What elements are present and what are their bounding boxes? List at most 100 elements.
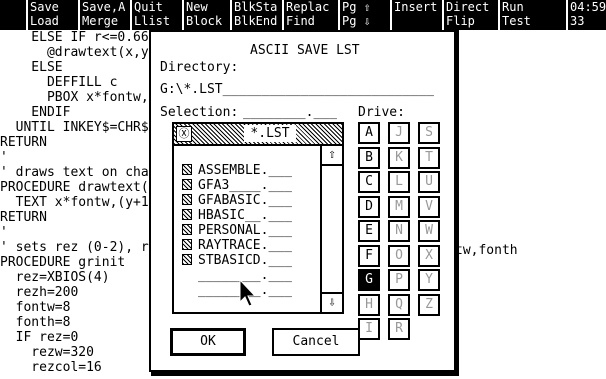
drive-button-a[interactable]: A	[358, 122, 380, 144]
drive-button-f[interactable]: F	[358, 244, 380, 267]
menu-separator	[130, 0, 132, 30]
file-list-item[interactable]: ________.___	[182, 268, 292, 283]
code-line-fragment: tw,fonth	[455, 243, 518, 258]
code-line: rezcol=16	[0, 360, 102, 375]
code-line: RETURN	[0, 135, 47, 150]
file-list-item[interactable]: GFA3____.___	[182, 178, 292, 193]
menu-item-5[interactable]: BlkSta BlkEnd	[232, 0, 282, 30]
code-line: '	[0, 225, 8, 240]
scroll-up-arrow-icon[interactable]: ⇧	[322, 146, 342, 166]
drive-button-e[interactable]: E	[358, 220, 380, 242]
dialog-shadow-bottom	[151, 372, 459, 376]
scroll-down-arrow-icon[interactable]: ⇩	[322, 292, 342, 312]
drive-button-l[interactable]: L	[388, 171, 410, 193]
code-line: rezw=320	[0, 345, 94, 360]
menu-item-10[interactable]: Run Test	[500, 0, 566, 30]
menu-separator	[338, 0, 340, 30]
drive-label: Drive:	[358, 105, 405, 120]
drive-button-b[interactable]: B	[358, 146, 380, 169]
file-name: RAYTRACE.___	[198, 238, 292, 253]
code-line: PROCEDURE drawtext(x	[0, 180, 157, 195]
file-icon	[182, 224, 192, 235]
menu-item-4[interactable]: New Block	[184, 0, 230, 30]
code-line: @drawtext(x,y,	[0, 45, 157, 60]
menu-item-9[interactable]: Direct Flip	[444, 0, 498, 30]
drive-button-g[interactable]: G	[358, 269, 380, 291]
drive-button-d[interactable]: D	[358, 195, 380, 218]
menu-item-label-bottom: Pg ⇩	[342, 14, 371, 28]
drive-button-x[interactable]: X	[418, 244, 440, 267]
drive-button-h[interactable]: H	[358, 293, 380, 316]
file-name: HBASIC__.___	[198, 208, 292, 223]
menu-item-3[interactable]: Quit Llist	[132, 0, 182, 30]
menu-separator	[26, 0, 28, 30]
cancel-button[interactable]: Cancel	[272, 328, 360, 356]
menu-item-6[interactable]: Replac Find	[284, 0, 338, 30]
file-list-item[interactable]: GFABASIC.___	[182, 193, 292, 208]
drive-button-i[interactable]: I	[358, 318, 380, 340]
file-icon	[182, 194, 192, 205]
code-line: fonth=8	[0, 315, 71, 330]
menu-item-0[interactable]	[0, 0, 26, 30]
drive-button-w[interactable]: W	[418, 220, 440, 242]
menu-item-label-bottom: BlkEnd	[234, 14, 278, 28]
drive-button-z[interactable]: Z	[418, 293, 440, 316]
ok-button[interactable]: OK	[170, 328, 246, 356]
drive-button-n[interactable]: N	[388, 220, 410, 242]
drive-button-m[interactable]: M	[388, 195, 410, 218]
file-list-item[interactable]: STBASICD.___	[182, 253, 292, 268]
menu-item-label-top: Save	[30, 0, 59, 14]
menu-item-label-bottom: Block	[186, 14, 223, 28]
menu-item-label-bottom: Insert	[394, 0, 438, 14]
menu-item-2[interactable]: Save,A Merge	[80, 0, 130, 30]
selection-input[interactable]: ________.___	[243, 105, 337, 120]
menu-item-label-bottom: Find	[286, 14, 315, 28]
drive-button-c[interactable]: C	[358, 171, 380, 193]
menu-separator	[390, 0, 392, 30]
drive-button-j[interactable]: J	[388, 122, 410, 144]
drive-button-p[interactable]: P	[388, 269, 410, 291]
code-line: fontw=8	[0, 300, 71, 315]
drive-button-t[interactable]: T	[418, 146, 440, 169]
menu-item-label-top: BlkSta	[234, 0, 278, 14]
drive-button-o[interactable]: O	[388, 244, 410, 267]
file-list-scrollbar[interactable]: ⇧ ⇩	[320, 146, 342, 312]
drive-button-r[interactable]: R	[388, 318, 410, 340]
file-name: ASSEMBLE.___	[198, 163, 292, 178]
code-line: ELSE IF r<=0.66	[0, 30, 149, 45]
code-line: rezh=200	[0, 285, 79, 300]
drive-button-v[interactable]: V	[418, 195, 440, 218]
file-name: PERSONAL.___	[198, 223, 292, 238]
menu-bar: Save Load Save,A Merge Quit Llist New Block BlkS…	[0, 0, 606, 30]
file-list-item[interactable]: PERSONAL.___	[182, 223, 292, 238]
file-name: GFA3____.___	[198, 178, 292, 193]
scroll-track[interactable]	[322, 166, 342, 292]
code-line: PBOX x*fontw,y	[0, 90, 157, 105]
drive-button-q[interactable]: Q	[388, 293, 410, 316]
file-list-item[interactable]: HBASIC__.___	[182, 208, 292, 223]
code-line: rez=XBIOS(4)	[0, 270, 110, 285]
file-mask: *.LST	[244, 125, 296, 142]
code-line: UNTIL INKEY$=CHR$(	[0, 120, 157, 135]
directory-input[interactable]: G:\*.LST___________________________	[160, 82, 434, 97]
dialog-title: ASCII SAVE LST	[250, 43, 360, 58]
drive-button-u[interactable]: U	[418, 171, 440, 193]
menu-item-8[interactable]: Insert	[392, 0, 442, 30]
file-list-item[interactable]: ASSEMBLE.___	[182, 163, 292, 178]
file-list-item[interactable]: RAYTRACE.___	[182, 238, 292, 253]
menu-item-label-top: Quit	[134, 0, 163, 14]
close-icon[interactable]: Ⓧ	[176, 126, 192, 142]
menu-item-11[interactable]: 04:59:2733	[568, 0, 606, 30]
drive-button-s[interactable]: S	[418, 122, 440, 144]
selection-label: Selection:	[160, 105, 239, 120]
drive-button-k[interactable]: K	[388, 146, 410, 169]
file-icon	[182, 239, 192, 250]
menu-item-7[interactable]: Pg ⇧ Pg ⇩	[340, 0, 390, 30]
file-list-title-bar[interactable]: Ⓧ *.LST	[174, 124, 342, 146]
drive-button-y[interactable]: Y	[418, 269, 440, 291]
menu-item-label-bottom: Test	[502, 14, 531, 28]
file-icon	[182, 254, 192, 265]
menu-separator	[442, 0, 444, 30]
menu-item-1[interactable]: Save Load	[28, 0, 78, 30]
file-list-item[interactable]: ________.___	[182, 283, 292, 298]
